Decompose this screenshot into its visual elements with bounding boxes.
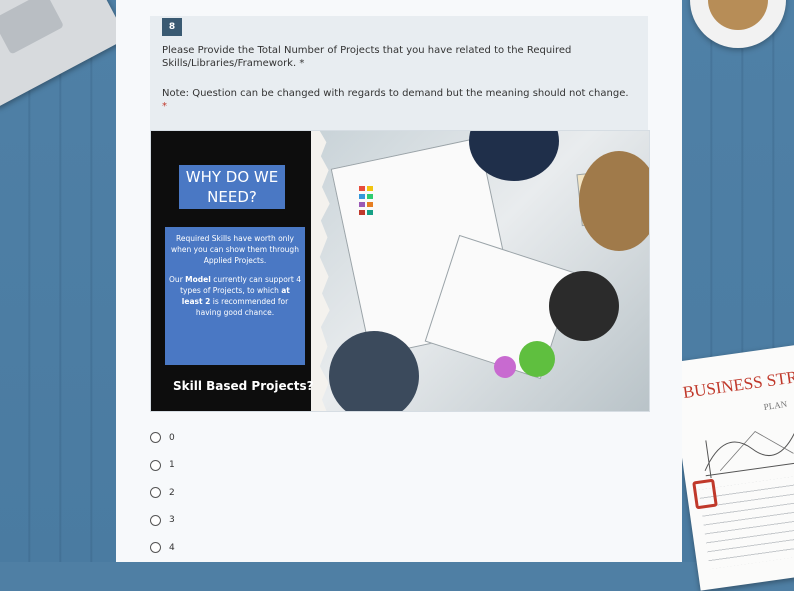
color-swatch	[367, 186, 373, 191]
banner-info-para-1: Required Skills have worth only when you…	[171, 234, 299, 265]
plant	[519, 341, 555, 377]
banner-heading-box: WHY DO WE NEED?	[179, 165, 285, 209]
banner-info-para-2: Our Model currently can support 4 types …	[169, 275, 301, 317]
option-label: 2	[169, 487, 175, 498]
option-label: 1	[169, 460, 175, 471]
person-figure	[329, 331, 419, 411]
color-swatch	[367, 194, 373, 199]
question-text: Please Provide the Total Number of Proje…	[162, 45, 572, 69]
answer-options: 0 1 2 3 4	[150, 424, 175, 562]
color-swatch	[359, 210, 365, 215]
radio-button[interactable]	[150, 459, 161, 471]
option-3[interactable]: 3	[150, 507, 175, 535]
color-swatch	[359, 202, 365, 207]
required-marker: *	[162, 101, 167, 112]
notebook-sketch	[704, 422, 794, 479]
color-swatch	[367, 210, 373, 215]
option-label: 0	[169, 432, 175, 443]
question-note-text: Note: Question can be changed with regar…	[162, 88, 629, 99]
person-figure	[579, 151, 649, 251]
color-swatch	[367, 202, 373, 207]
person-figure	[549, 271, 619, 341]
option-1[interactable]: 1	[150, 452, 175, 480]
banner-info-box: Required Skills have worth only when you…	[165, 227, 305, 365]
option-4[interactable]: 4	[150, 534, 175, 562]
radio-button[interactable]	[150, 432, 161, 444]
option-label: 3	[169, 515, 175, 526]
banner-footer-question: Skill Based Projects?	[173, 379, 314, 393]
radio-button[interactable]	[150, 542, 161, 554]
color-balls	[494, 356, 516, 378]
notebook-title: BUSINESS STRAT	[681, 364, 794, 403]
question-note: Note: Question can be changed with regar…	[162, 87, 642, 113]
radio-button[interactable]	[150, 514, 161, 526]
form-panel: 8 Please Provide the Total Number of Pro…	[116, 0, 682, 562]
color-swatch	[359, 186, 365, 191]
paper-clip-decoration	[692, 478, 718, 510]
color-swatch	[359, 194, 365, 199]
question-card: 8 Please Provide the Total Number of Pro…	[150, 16, 650, 412]
question-number-badge: 8	[162, 18, 182, 36]
question-banner-image: WHY DO WE NEED? Required Skills have wor…	[150, 130, 650, 412]
option-0[interactable]: 0	[150, 424, 175, 452]
option-2[interactable]: 2	[150, 479, 175, 507]
banner-photo-meeting	[319, 131, 649, 411]
option-label: 4	[169, 542, 175, 553]
radio-button[interactable]	[150, 487, 161, 499]
